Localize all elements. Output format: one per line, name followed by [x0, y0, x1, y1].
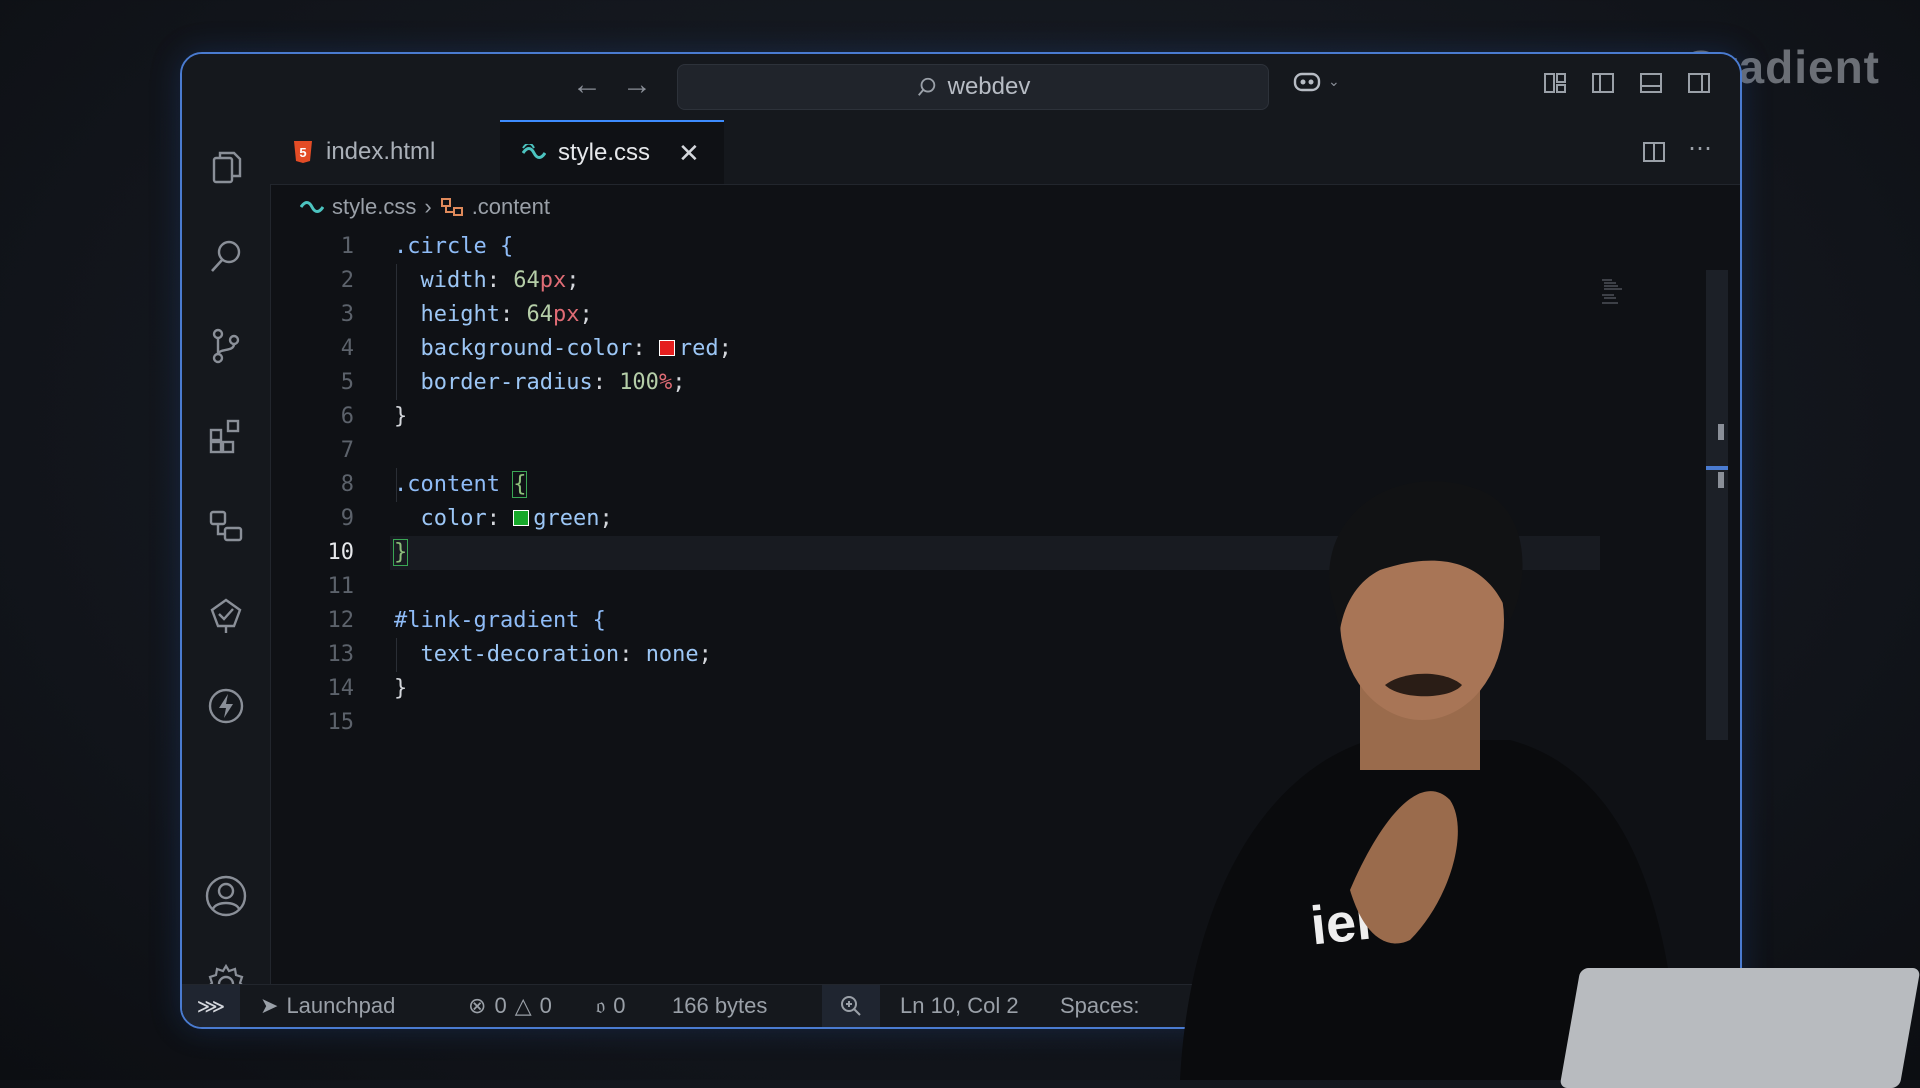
launchpad-label: Launchpad — [286, 993, 396, 1018]
forward-arrow-icon[interactable]: → — [622, 68, 652, 102]
line-number: 5 — [340, 370, 354, 395]
line-number: 12 — [327, 608, 355, 633]
code-line: border-radius: 100%; — [420, 370, 686, 395]
chevron-right-icon: › — [424, 194, 432, 219]
tab-label: index.html — [326, 138, 436, 165]
minimap[interactable] — [1602, 278, 1630, 306]
zoom-button[interactable] — [822, 985, 880, 1027]
extensions-icon[interactable] — [202, 412, 250, 460]
toggle-panel-icon[interactable] — [1638, 70, 1664, 96]
tab-style-css[interactable]: style.css ✕ — [500, 120, 724, 184]
line-number: 9 — [340, 506, 354, 531]
breadcrumb-file[interactable]: style.css — [332, 194, 416, 220]
code-line: height: 64px; — [420, 302, 593, 327]
code-line: text-decoration: none; — [420, 642, 712, 667]
code-line: color: green; — [420, 506, 613, 531]
zoom-in-icon — [841, 996, 861, 1016]
editor-tabs: 5 index.html style.css ✕ ⋯ — [270, 120, 1740, 185]
problems-status[interactable]: ⊗ 0 △ 0 — [468, 985, 552, 1027]
tab-index-html[interactable]: 5 index.html — [270, 120, 500, 184]
launchpad-status[interactable]: ➤ Launchpad — [260, 985, 395, 1027]
line-number: 13 — [327, 642, 355, 667]
tab-label: style.css — [558, 139, 651, 166]
activity-bar — [182, 120, 271, 1004]
svg-text:5: 5 — [299, 145, 306, 160]
indentation-status[interactable]: Spaces: — [1060, 985, 1140, 1027]
color-swatch-green[interactable] — [513, 510, 530, 526]
line-number: 11 — [327, 574, 355, 599]
search-icon — [917, 77, 935, 96]
search-icon[interactable] — [202, 232, 250, 280]
file-size: 166 bytes — [672, 993, 768, 1018]
chevron-down-icon: ⌄ — [1328, 72, 1340, 89]
back-arrow-icon[interactable]: ← — [572, 68, 602, 102]
code-line: } — [392, 539, 409, 566]
scrollbar-marker — [1718, 472, 1724, 488]
scrollbar-marker — [1718, 424, 1724, 440]
code-line: } — [394, 676, 408, 701]
ports-count: 0 — [613, 993, 626, 1018]
breadcrumb: style.css › .content — [300, 194, 550, 220]
remote-explorer-icon[interactable] — [202, 502, 250, 550]
close-icon[interactable]: ✕ — [678, 138, 700, 169]
line-number: 2 — [340, 268, 354, 293]
account-icon[interactable] — [202, 872, 250, 920]
testing-icon[interactable] — [202, 592, 250, 640]
split-editor-icon[interactable] — [1642, 140, 1666, 164]
laptop-image — [1559, 968, 1920, 1088]
breadcrumb-symbol[interactable]: .content — [472, 194, 550, 220]
source-control-icon[interactable] — [202, 322, 250, 370]
workspace-name: webdev — [947, 73, 1031, 100]
toggle-secondary-sidebar-icon[interactable] — [1686, 70, 1712, 96]
remote-icon: ⋙ — [196, 995, 226, 1018]
code-line: .content { — [394, 471, 528, 498]
code-line: background-color: red; — [420, 336, 732, 361]
warning-count: 0 — [539, 993, 552, 1018]
line-number: 3 — [340, 302, 354, 327]
code-line: width: 64px; — [420, 268, 580, 293]
css-icon — [522, 144, 546, 159]
cursor-position[interactable]: Ln 10, Col 2 — [900, 985, 1019, 1027]
error-count: 0 — [494, 993, 507, 1018]
line-number: 6 — [340, 404, 354, 429]
symbol-class-icon — [440, 198, 463, 216]
line-number: 1 — [340, 234, 354, 259]
line-number: 4 — [340, 336, 354, 361]
toggle-primary-sidebar-icon[interactable] — [1590, 70, 1616, 96]
explorer-icon[interactable] — [202, 144, 250, 192]
ports-status[interactable]: 𝔬 0 — [596, 985, 625, 1027]
line-number: 7 — [340, 438, 354, 463]
code-line: .circle { — [394, 234, 514, 259]
rocket-icon: ➤ — [260, 993, 279, 1018]
warning-icon: △ — [514, 993, 532, 1018]
customize-layout-icon[interactable] — [1542, 70, 1568, 96]
title-bar: ← → webdev ⌄ — [182, 54, 1740, 121]
lightning-icon[interactable] — [202, 682, 250, 730]
remote-indicator[interactable]: ⋙ — [182, 985, 240, 1027]
css-icon — [300, 201, 324, 213]
line-number-current: 10 — [327, 540, 355, 565]
line-number: 8 — [340, 472, 354, 497]
command-center-search[interactable]: webdev — [677, 64, 1269, 110]
more-actions-icon[interactable]: ⋯ — [1688, 134, 1712, 163]
color-swatch-red[interactable] — [658, 340, 675, 356]
copilot-button[interactable]: ⌄ — [1292, 68, 1340, 94]
copilot-icon — [1293, 72, 1321, 92]
broadcast-icon: 𝔬 — [596, 993, 606, 1018]
line-number: 15 — [327, 710, 355, 735]
line-number: 14 — [327, 676, 355, 701]
html5-icon: 5 — [294, 141, 312, 163]
code-line: #link-gradient { — [394, 608, 606, 633]
code-line: } — [394, 404, 408, 429]
error-icon: ⊗ — [468, 993, 487, 1018]
